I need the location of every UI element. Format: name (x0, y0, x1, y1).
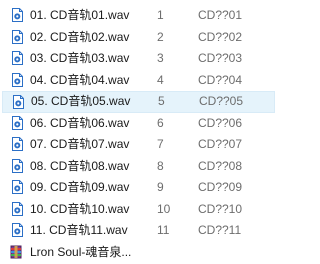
track-number: 7 (157, 137, 164, 151)
file-row[interactable]: 08. CD音轨08.wav 8 CD??08 (0, 156, 287, 178)
file-name: 06. CD音轨06.wav (30, 115, 130, 130)
file-row[interactable]: 01. CD音轨01.wav 1 CD??01 (0, 5, 287, 27)
wav-audio-file-icon (12, 158, 23, 173)
file-name: 10. CD音轨10.wav (30, 201, 130, 216)
file-name: 08. CD音轨08.wav (30, 158, 130, 173)
track-title: CD??02 (198, 29, 243, 44)
file-row[interactable]: 10. CD音轨10.wav 10 CD??10 (0, 199, 287, 221)
wav-audio-file-icon (12, 72, 23, 87)
track-title: CD??07 (198, 137, 243, 151)
file-row[interactable]: 03. CD音轨03.wav 3 CD??03 (0, 48, 287, 70)
track-title: CD??03 (198, 51, 243, 65)
wav-audio-file-icon (12, 180, 23, 194)
wav-audio-file-icon (12, 29, 23, 44)
file-row-selected[interactable]: 05. CD音轨05.wav 5 CD??05 (2, 91, 275, 113)
file-row[interactable]: 11. CD音轨11.wav 11 CD??11 (0, 220, 287, 242)
wav-audio-file-icon (12, 223, 23, 237)
file-name: 02. CD音轨02.wav (30, 29, 130, 44)
track-title: CD??06 (198, 115, 243, 130)
wav-audio-file-icon (13, 95, 24, 109)
track-title: CD??04 (198, 72, 243, 87)
file-row[interactable]: 07. CD音轨07.wav 7 CD??07 (0, 134, 287, 156)
file-name: 04. CD音轨04.wav (30, 72, 130, 87)
track-number: 10 (157, 201, 171, 216)
track-title: CD??10 (198, 201, 243, 216)
wav-audio-file-icon (12, 201, 23, 216)
wav-audio-file-icon (12, 137, 23, 151)
track-number: 9 (157, 180, 164, 194)
wav-audio-file-icon (12, 51, 23, 65)
track-number: 2 (157, 29, 164, 44)
archive-name: Lron Soul-魂音泉... (30, 244, 132, 259)
track-title: CD??09 (198, 180, 243, 194)
file-name: 01. CD音轨01.wav (30, 8, 130, 22)
wav-audio-file-icon (12, 8, 23, 22)
track-number: 6 (157, 115, 164, 130)
file-row[interactable]: 02. CD音轨02.wav 2 CD??02 (0, 27, 287, 49)
track-title: CD??08 (198, 158, 243, 173)
file-list: 01. CD音轨01.wav 1 CD??01 02. CD音轨02.wav 2… (0, 5, 287, 263)
track-title: CD??01 (198, 8, 243, 22)
file-row[interactable]: 06. CD音轨06.wav 6 CD??06 (0, 113, 287, 135)
file-name: 03. CD音轨03.wav (30, 51, 130, 65)
track-number: 3 (157, 51, 164, 65)
rar-archive-icon (10, 245, 22, 258)
track-number: 5 (158, 94, 165, 108)
archive-row[interactable]: Lron Soul-魂音泉... (0, 242, 287, 264)
file-row[interactable]: 04. CD音轨04.wav 4 CD??04 (0, 70, 287, 92)
file-name: 07. CD音轨07.wav (30, 137, 130, 151)
track-number: 8 (157, 158, 164, 173)
track-number: 1 (157, 8, 164, 22)
file-name: 09. CD音轨09.wav (30, 180, 130, 194)
file-row[interactable]: 09. CD音轨09.wav 9 CD??09 (0, 177, 287, 199)
track-number: 11 (157, 223, 170, 237)
track-title: CD??05 (199, 94, 244, 108)
file-name: 05. CD音轨05.wav (31, 94, 131, 108)
track-title: CD??11 (198, 223, 242, 237)
file-name: 11. CD音轨11.wav (30, 223, 128, 237)
wav-audio-file-icon (12, 115, 23, 130)
track-number: 4 (157, 72, 164, 87)
